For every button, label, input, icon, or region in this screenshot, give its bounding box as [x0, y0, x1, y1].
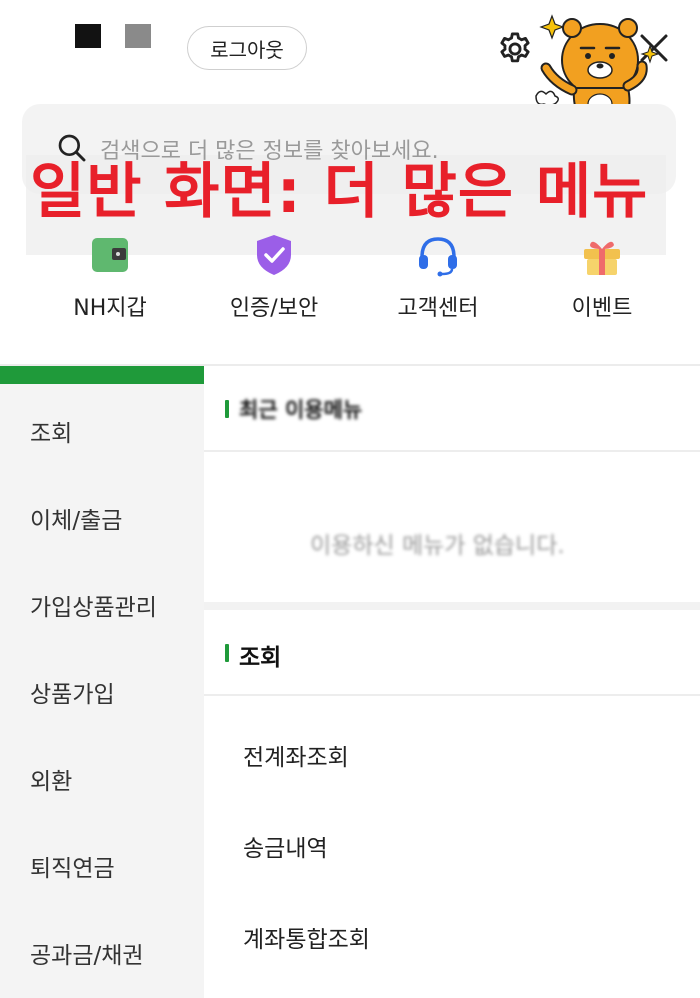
shield-check-icon [257, 235, 291, 275]
wallet-icon [92, 238, 128, 272]
quick-menu-label: 이벤트 [571, 296, 633, 321]
quick-menu-nh-wallet[interactable]: NH지갑 [30, 230, 190, 322]
app-logo-mark-1 [75, 24, 101, 48]
section-marker [225, 400, 229, 418]
gift-icon [584, 241, 620, 275]
gear-icon[interactable] [496, 30, 534, 68]
sidebar-item-product-management[interactable]: 가입상품관리 [30, 588, 157, 622]
banner-caption: 일반 화면: 더 많은 메뉴 [30, 157, 649, 227]
quick-menu-label: NH지갑 [73, 296, 147, 321]
section-divider [204, 450, 700, 452]
menu-item-remittance-history[interactable]: 송금내역 [243, 829, 328, 863]
sidebar-item-pension[interactable]: 퇴직연금 [30, 849, 115, 883]
headset-icon [419, 237, 457, 277]
logout-button[interactable]: 로그아웃 [187, 26, 307, 70]
sidebar-item-product-signup[interactable]: 상품가입 [30, 675, 115, 709]
quick-menu-customer-center[interactable]: 고객센터 [358, 230, 518, 322]
sidebar-item-foreign-exchange[interactable]: 외환 [30, 762, 72, 796]
section-title-inquiry: 조회 [239, 645, 282, 671]
menu-item-all-accounts[interactable]: 전계좌조회 [243, 738, 349, 772]
section-divider [204, 694, 700, 696]
quick-menu-label: 고객센터 [397, 296, 479, 321]
menu-item-integrated-accounts[interactable]: 계좌통합조회 [243, 920, 370, 954]
quick-menu-label: 인증/보안 [229, 296, 319, 321]
app-logo-mark-2 [125, 24, 151, 48]
sidebar-item-utility-bonds[interactable]: 공과금/채권 [30, 936, 144, 970]
section-marker [225, 644, 229, 662]
section-separator [204, 602, 700, 610]
empty-state-message: 이용하신 메뉴가 없습니다. [310, 526, 565, 560]
sidebar-item-inquiry[interactable]: 조회 [30, 414, 72, 448]
empty-state-text: 이용하신 메뉴가 없습니다. [310, 533, 565, 559]
recent-menu-title: 최근 이용메뉴 [239, 398, 363, 422]
quick-menu-auth-security[interactable]: 인증/보안 [194, 230, 354, 322]
sidebar-item-transfer[interactable]: 이체/출금 [30, 501, 122, 535]
sidebar-active-indicator [0, 366, 204, 384]
quick-menu-event[interactable]: 이벤트 [522, 230, 682, 322]
